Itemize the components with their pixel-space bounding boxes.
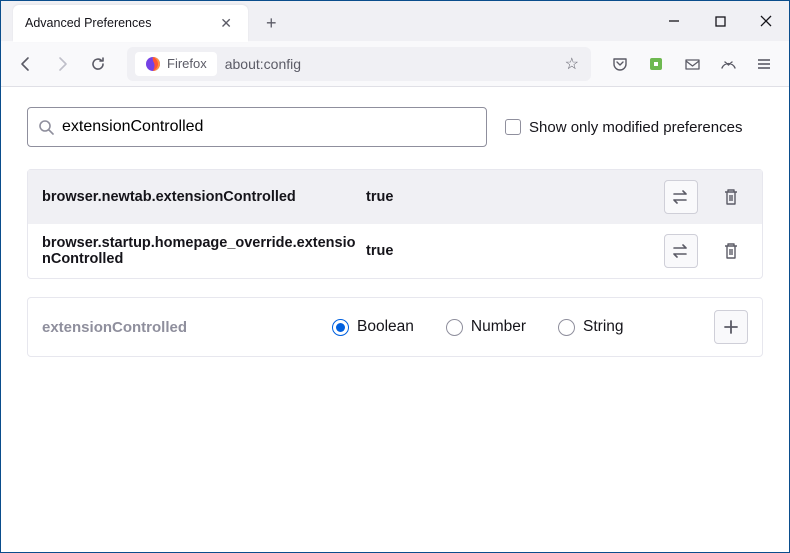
pocket-icon xyxy=(612,56,628,72)
back-icon xyxy=(18,56,34,72)
identity-box[interactable]: Firefox xyxy=(135,52,217,76)
type-radio-group: Boolean Number String xyxy=(332,318,714,336)
close-window-button[interactable] xyxy=(743,1,789,41)
search-input[interactable] xyxy=(62,118,476,136)
app-menu-button[interactable] xyxy=(749,49,779,79)
preference-actions xyxy=(664,180,748,214)
about-config-content: Show only modified preferences browser.n… xyxy=(1,87,789,377)
radio-button[interactable] xyxy=(332,319,349,336)
radio-option-boolean[interactable]: Boolean xyxy=(332,318,414,336)
radio-button[interactable] xyxy=(558,319,575,336)
show-modified-text: Show only modified preferences xyxy=(529,119,742,136)
toggle-icon xyxy=(672,190,690,204)
account-icon xyxy=(720,56,737,72)
preference-actions xyxy=(664,234,748,268)
forward-icon xyxy=(54,56,70,72)
extension-icon xyxy=(648,56,664,72)
identity-label: Firefox xyxy=(167,56,207,71)
delete-button[interactable] xyxy=(714,180,748,214)
hamburger-icon xyxy=(756,56,772,72)
pocket-button[interactable] xyxy=(605,49,635,79)
preference-row[interactable]: browser.startup.homepage_override.extens… xyxy=(28,224,762,278)
account-button[interactable] xyxy=(713,49,743,79)
radio-label: Number xyxy=(471,318,526,336)
toggle-icon xyxy=(672,244,690,258)
firefox-logo-icon xyxy=(145,56,161,72)
back-button[interactable] xyxy=(11,49,41,79)
preferences-table: browser.newtab.extensionControlled true … xyxy=(27,169,763,279)
close-tab-icon[interactable]: ✕ xyxy=(216,13,236,34)
radio-label: String xyxy=(583,318,624,336)
maximize-icon xyxy=(715,16,726,27)
radio-label: Boolean xyxy=(357,318,414,336)
maximize-button[interactable] xyxy=(697,1,743,41)
tab-strip: Advanced Preferences ✕ + xyxy=(13,1,651,42)
delete-button[interactable] xyxy=(714,234,748,268)
browser-tab[interactable]: Advanced Preferences ✕ xyxy=(13,5,248,42)
radio-button[interactable] xyxy=(446,319,463,336)
show-modified-checkbox-label[interactable]: Show only modified preferences xyxy=(505,119,742,136)
new-tab-button[interactable]: + xyxy=(258,9,285,38)
window-controls xyxy=(651,1,789,41)
search-box[interactable] xyxy=(27,107,487,147)
preference-value: true xyxy=(362,189,664,205)
window-titlebar: Advanced Preferences ✕ + xyxy=(1,1,789,41)
url-text: about:config xyxy=(225,56,561,72)
browser-toolbar: Firefox about:config ☆ xyxy=(1,41,789,87)
search-row: Show only modified preferences xyxy=(27,107,763,147)
preference-name: browser.newtab.extensionControlled xyxy=(42,189,362,205)
radio-option-number[interactable]: Number xyxy=(446,318,526,336)
show-modified-checkbox[interactable] xyxy=(505,119,521,135)
minimize-button[interactable] xyxy=(651,1,697,41)
add-button[interactable] xyxy=(714,310,748,344)
forward-button[interactable] xyxy=(47,49,77,79)
close-icon xyxy=(760,15,772,27)
add-preference-row: extensionControlled Boolean Number Strin… xyxy=(27,297,763,357)
minimize-icon xyxy=(668,15,680,27)
reload-icon xyxy=(90,56,106,72)
radio-option-string[interactable]: String xyxy=(558,318,624,336)
preference-row[interactable]: browser.newtab.extensionControlled true xyxy=(28,170,762,224)
trash-icon xyxy=(723,188,739,206)
inbox-icon xyxy=(684,56,701,72)
preference-name: browser.startup.homepage_override.extens… xyxy=(42,235,362,267)
toggle-button[interactable] xyxy=(664,180,698,214)
trash-icon xyxy=(723,242,739,260)
extension-button[interactable] xyxy=(641,49,671,79)
toggle-button[interactable] xyxy=(664,234,698,268)
plus-icon xyxy=(723,319,739,335)
search-icon xyxy=(38,119,54,135)
preference-value: true xyxy=(362,243,664,259)
reload-button[interactable] xyxy=(83,49,113,79)
tab-title: Advanced Preferences xyxy=(25,16,151,30)
bookmark-star-icon[interactable]: ☆ xyxy=(561,50,583,78)
url-bar[interactable]: Firefox about:config ☆ xyxy=(127,47,591,81)
inbox-button[interactable] xyxy=(677,49,707,79)
add-preference-name: extensionControlled xyxy=(42,319,332,336)
